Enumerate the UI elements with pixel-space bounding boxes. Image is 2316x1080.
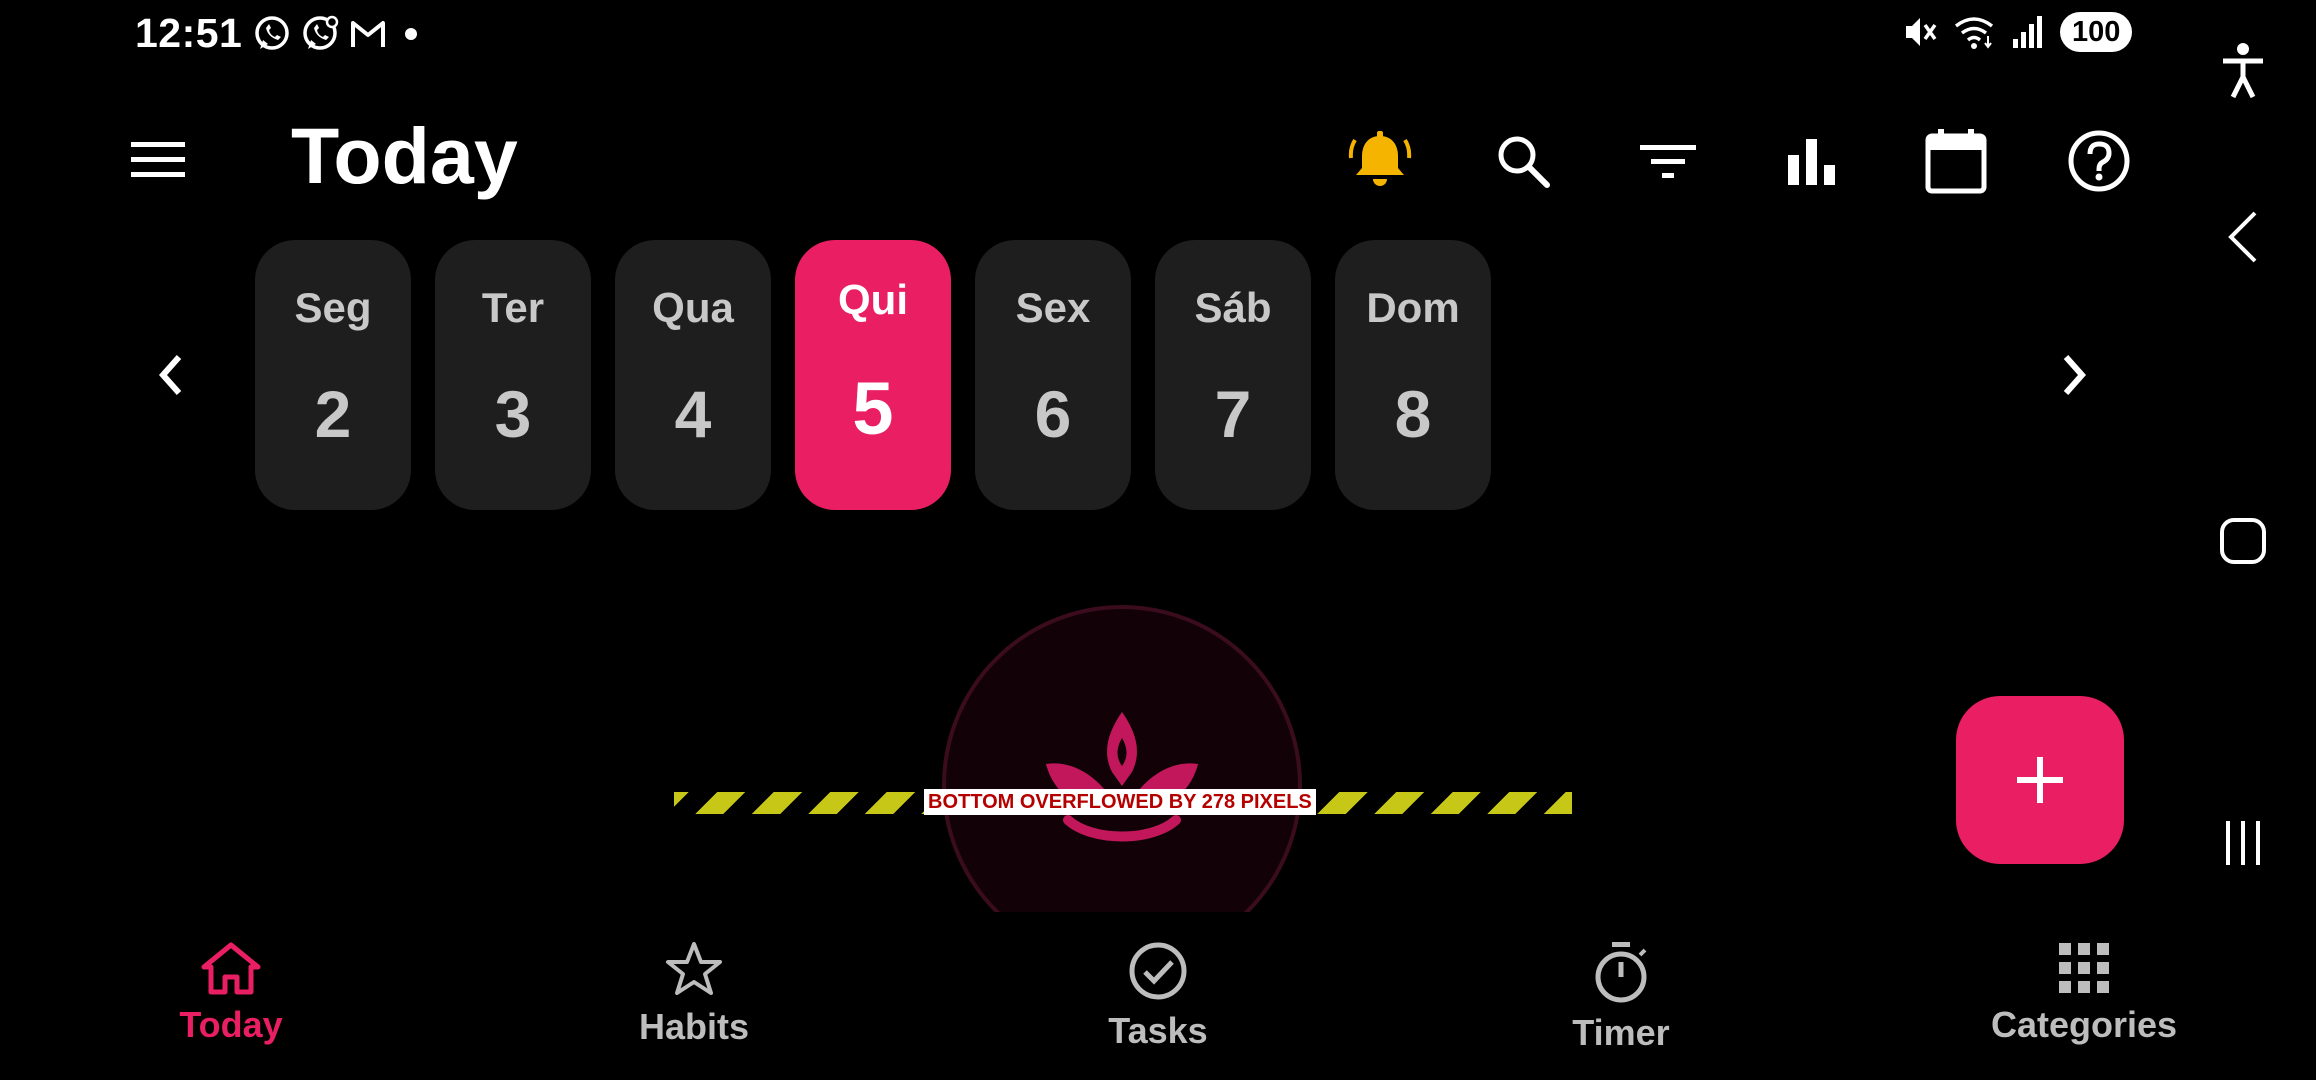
home-icon xyxy=(201,942,261,995)
bottom-navigation: Today Habits Tasks Timer Categories xyxy=(0,912,2200,1080)
accessibility-icon xyxy=(2223,43,2263,99)
star-icon xyxy=(666,942,722,995)
nav-label: Today xyxy=(179,1004,283,1045)
nav-item-timer[interactable]: Timer xyxy=(1491,940,1751,1054)
add-button[interactable] xyxy=(1956,696,2124,864)
system-home-button[interactable] xyxy=(2200,498,2286,584)
nav-label: Categories xyxy=(1990,1004,2178,1045)
back-icon xyxy=(2228,211,2257,263)
nav-item-today[interactable]: Today xyxy=(101,940,361,1046)
plus-icon xyxy=(2017,757,2063,803)
grid-icon xyxy=(2059,943,2109,993)
home-button-icon xyxy=(2220,518,2266,564)
check-circle-icon xyxy=(1129,942,1187,1000)
lotus-icon xyxy=(1046,712,1198,842)
nav-label: Tasks xyxy=(1108,1010,1208,1051)
timer-icon xyxy=(1595,942,1647,1003)
nav-label: Timer xyxy=(1572,1012,1670,1053)
nav-item-tasks[interactable]: Tasks xyxy=(1028,940,1288,1052)
nav-item-categories[interactable]: Categories xyxy=(1954,940,2214,1046)
recents-icon xyxy=(2226,821,2260,865)
system-back-button[interactable] xyxy=(2200,194,2286,280)
nav-item-habits[interactable]: Habits xyxy=(564,940,824,1048)
overflow-warning-text: BOTTOM OVERFLOWED BY 278 PIXELS xyxy=(924,789,1316,815)
system-recents-button[interactable] xyxy=(2200,800,2286,886)
nav-label: Habits xyxy=(638,1006,750,1047)
accessibility-button[interactable] xyxy=(2200,28,2286,114)
